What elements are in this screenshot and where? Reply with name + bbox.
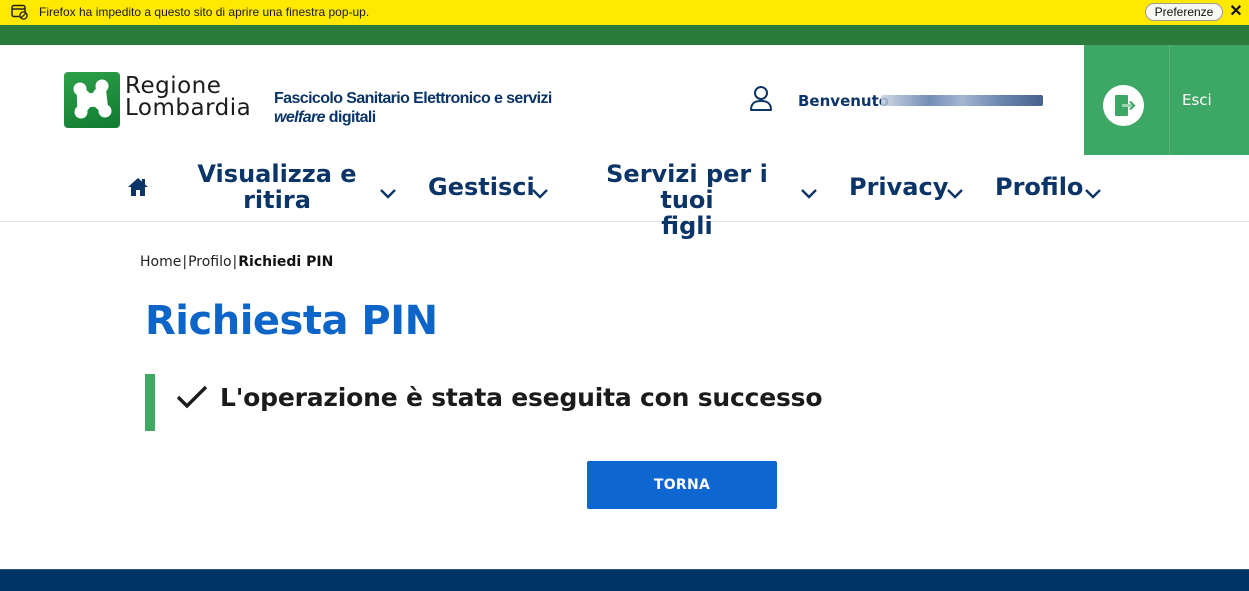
logout-button[interactable]: Esci (1084, 45, 1249, 155)
nav-item-privacy[interactable]: Privacy (849, 174, 948, 200)
home-icon[interactable] (127, 176, 149, 198)
page-title: Richiesta PIN (145, 298, 438, 344)
logo-line-2: Lombardia (125, 95, 252, 121)
popup-blocked-message: Firefox ha impedito a questo sito di apr… (39, 5, 370, 19)
site-footer (0, 569, 1249, 591)
popup-blocked-notification: Firefox ha impedito a questo sito di apr… (0, 0, 1249, 25)
breadcrumb-profilo[interactable]: Profilo (188, 254, 231, 270)
service-title-line-2: welfare digitali (274, 108, 552, 127)
logo-wordmark: Regione Lombardia (125, 73, 252, 121)
nav-item-gestisci[interactable]: Gestisci (428, 174, 535, 200)
nav-label: Profilo (995, 173, 1084, 201)
chevron-down-icon[interactable] (380, 184, 396, 199)
breadcrumb-separator: | (182, 254, 188, 270)
service-title-emphasis: welfare (274, 109, 326, 126)
service-title-rest: digitali (324, 109, 376, 126)
breadcrumb-separator: | (232, 254, 238, 270)
back-button[interactable]: TORNA (587, 461, 777, 509)
logo-line-1: Regione (125, 73, 222, 99)
service-title: Fascicolo Sanitario Elettronico e serviz… (274, 89, 552, 127)
alert-accent-bar (145, 374, 155, 431)
success-alert: L'operazione è stata eseguita con succes… (145, 374, 823, 431)
preferences-button[interactable]: Preferenze (1145, 3, 1223, 21)
chevron-down-icon[interactable] (1085, 184, 1101, 199)
nav-item-visualizza-e-ritira[interactable]: Visualizza e ritira (196, 161, 358, 213)
nav-label-line-2: figli (661, 212, 713, 240)
chevron-down-icon[interactable] (947, 184, 963, 199)
service-title-line-1: Fascicolo Sanitario Elettronico e serviz… (274, 90, 552, 107)
chevron-down-icon[interactable] (801, 184, 817, 199)
site-header: Regione Lombardia Fascicolo Sanitario El… (0, 45, 1249, 155)
nav-label: Gestisci (428, 173, 535, 201)
alert-message: L'operazione è stata eseguita con succes… (220, 383, 823, 412)
top-brand-stripe (0, 25, 1249, 45)
nav-label-line-1: Visualizza e (197, 160, 357, 188)
user-name-redacted (881, 95, 1043, 106)
breadcrumb-home[interactable]: Home (140, 254, 181, 270)
chevron-down-icon[interactable] (532, 184, 548, 199)
logout-door-icon[interactable] (1103, 85, 1144, 126)
logout-label[interactable]: Esci (1182, 91, 1212, 109)
user-icon[interactable] (749, 85, 773, 113)
close-icon[interactable]: ✕ (1229, 3, 1243, 21)
regione-lombardia-logo-icon[interactable] (64, 72, 120, 128)
main-navigation: Visualizza e ritira Gestisci Servizi per… (0, 155, 1249, 239)
breadcrumb: Home|Profilo|Richiedi PIN (140, 254, 333, 270)
nav-label: Privacy (849, 173, 949, 201)
nav-item-servizi-per-i-tuoi-figli[interactable]: Servizi per i tuoi figli (580, 161, 794, 239)
nav-label-line-1: Servizi per i tuoi (606, 160, 768, 214)
checkmark-icon (175, 382, 209, 412)
welcome-label: Benvenuto (798, 92, 890, 110)
logout-icon-cell[interactable] (1084, 45, 1170, 155)
breadcrumb-current: Richiedi PIN (238, 254, 334, 270)
popup-blocked-icon (11, 4, 28, 20)
nav-label-line-2: ritira (243, 186, 311, 214)
nav-item-profilo[interactable]: Profilo (995, 174, 1083, 200)
